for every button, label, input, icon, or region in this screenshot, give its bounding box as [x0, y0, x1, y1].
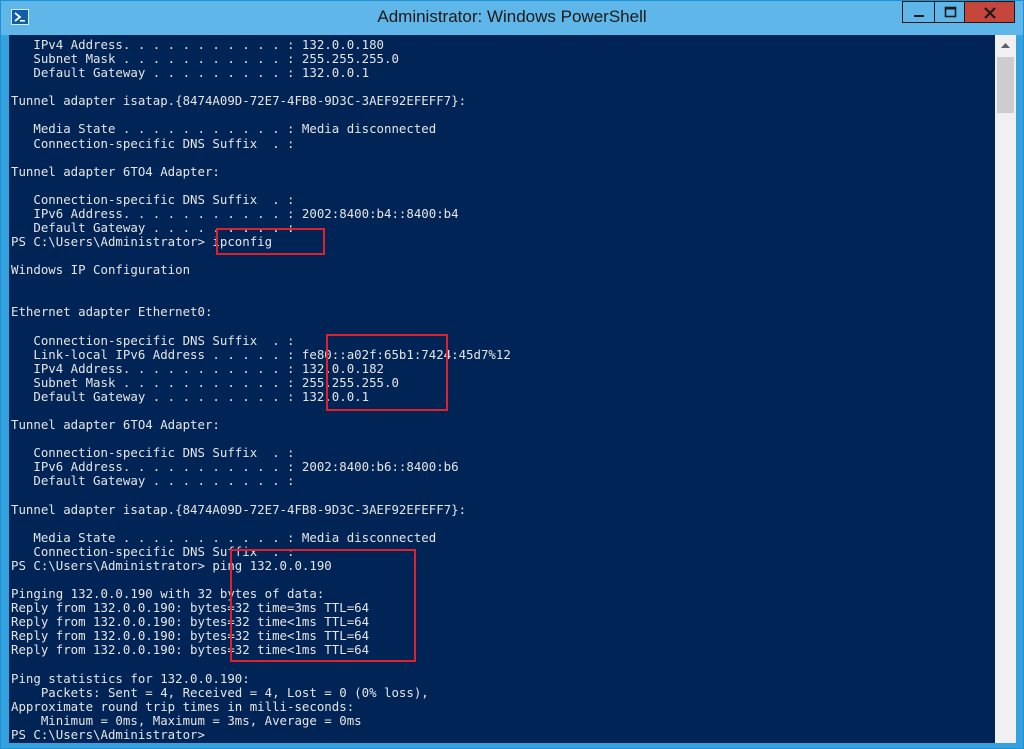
scrollbar-thumb[interactable]	[997, 57, 1014, 113]
console-line: Default Gateway . . . . . . . . . : 132.…	[11, 65, 370, 81]
console-output[interactable]: IPv4 Address. . . . . . . . . . . : 132.…	[9, 35, 995, 743]
minimize-button[interactable]	[902, 1, 935, 23]
vertical-scrollbar[interactable]	[995, 35, 1016, 743]
minimize-icon	[914, 15, 924, 17]
console-line: Subnet Mask . . . . . . . . . . . : 255.…	[11, 51, 399, 67]
console-line: Connection-specific DNS Suffix . :	[11, 135, 295, 151]
console-line: Media State . . . . . . . . . . . : Medi…	[11, 121, 437, 137]
console-line: Ping statistics for 132.0.0.190:	[11, 670, 250, 686]
highlight-ping-results	[230, 549, 416, 662]
console-line: PS C:\Users\Administrator>	[11, 726, 205, 742]
console-line: Connection-specific DNS Suffix . :	[11, 332, 295, 348]
console-line: Media State . . . . . . . . . . . : Medi…	[11, 529, 437, 545]
scroll-up-button[interactable]	[995, 35, 1016, 56]
console-line: Ethernet adapter Ethernet0:	[11, 304, 213, 320]
powershell-window: Administrator: Windows PowerShell IPv4 A…	[0, 0, 1024, 749]
console-line: Default Gateway . . . . . . . . . : 132.…	[11, 388, 370, 404]
console-line: Minimum = 0ms, Maximum = 3ms, Average = …	[11, 712, 362, 728]
console-line: Tunnel adapter isatap.{8474A09D-72E7-4FB…	[11, 93, 467, 109]
console-line: IPv6 Address. . . . . . . . . . . : 2002…	[11, 459, 459, 475]
console-line: Windows IP Configuration	[11, 262, 191, 278]
window-title: Administrator: Windows PowerShell	[377, 7, 647, 26]
console-line: Connection-specific DNS Suffix . :	[11, 191, 295, 207]
console-line: Default Gateway . . . . . . . . . :	[11, 473, 295, 489]
console-line: IPv4 Address. . . . . . . . . . . : 132.…	[11, 37, 384, 52]
maximize-button[interactable]	[934, 1, 965, 23]
console-line: Packets: Sent = 4, Received = 4, Lost = …	[11, 684, 429, 700]
console-line: Approximate round trip times in milli-se…	[11, 698, 355, 714]
console-line: Tunnel adapter 6TO4 Adapter:	[11, 163, 220, 179]
close-icon	[984, 7, 996, 19]
scrollbar-track[interactable]	[995, 56, 1016, 743]
close-button[interactable]	[965, 1, 1015, 23]
highlight-ethernet-addresses	[326, 334, 448, 411]
console-line: IPv6 Address. . . . . . . . . . . : 2002…	[11, 205, 459, 221]
title-bar[interactable]: Administrator: Windows PowerShell	[1, 1, 1023, 35]
console-line: Tunnel adapter 6TO4 Adapter:	[11, 417, 220, 433]
console-line: Connection-specific DNS Suffix . :	[11, 445, 295, 461]
maximize-icon	[944, 6, 957, 18]
chevron-up-icon	[1001, 43, 1010, 48]
highlight-ipconfig-command	[216, 228, 325, 255]
console-line: Tunnel adapter isatap.{8474A09D-72E7-4FB…	[11, 501, 467, 517]
